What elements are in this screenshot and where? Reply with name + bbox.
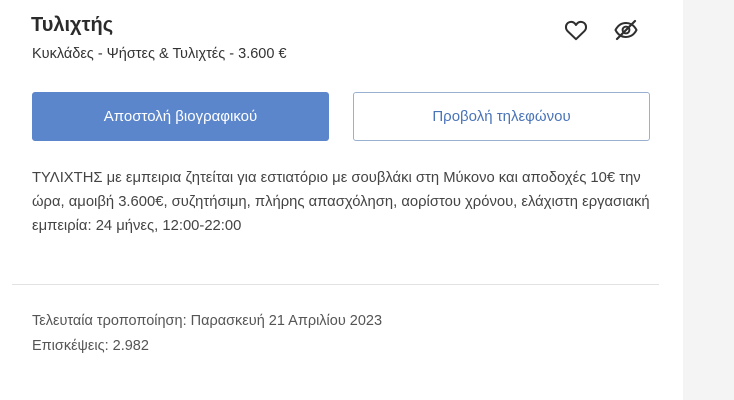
views-count: Επισκέψεις: 2.982: [32, 338, 149, 354]
listing-description: ΤΥΛΙΧΤΗΣ με εμπειρια ζητείται για εστιατ…: [32, 170, 650, 234]
eye-slash-icon: [614, 19, 638, 41]
show-phone-button[interactable]: Προβολή τηλεφώνου: [353, 92, 650, 141]
send-cv-button[interactable]: Αποστολή βιογραφικού: [32, 92, 329, 141]
listing-subtitle: Κυκλάδες - Ψήστες & Τυλιχτές - 3.600 €: [32, 46, 287, 62]
job-listing-card: Τυλιχτής Κυκλάδες - Ψήστες & Τυλιχτές - …: [0, 0, 683, 400]
hide-listing-button[interactable]: [612, 16, 640, 44]
listing-title: Τυλιχτής: [31, 14, 114, 36]
divider: [12, 284, 659, 285]
last-modified-text: Τελευταία τροποποίηση: Παρασκευή 21 Απρι…: [32, 313, 383, 329]
favorite-button[interactable]: [562, 16, 590, 44]
heart-icon: [564, 20, 588, 41]
